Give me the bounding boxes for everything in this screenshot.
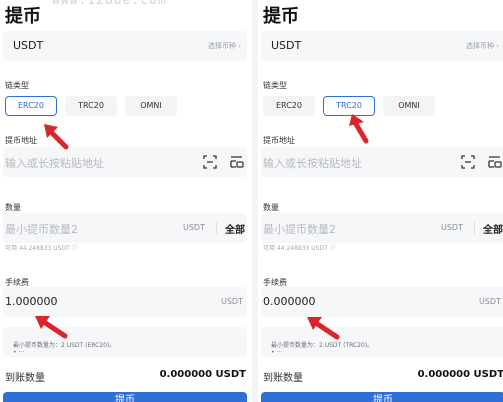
available-balance: 可用 44.248833 USDT ⓘ: [5, 245, 78, 252]
scan-icon[interactable]: [203, 155, 217, 169]
chain-option-omni[interactable]: OMNI: [383, 96, 435, 116]
red-arrow-icon: [44, 124, 69, 150]
fee-value: 0.000000: [263, 295, 316, 308]
amount-all-button[interactable]: 全部: [483, 221, 503, 236]
receive-amount-label: 到账数量: [5, 373, 45, 384]
withdraw-button[interactable]: 提币: [261, 392, 503, 402]
withdraw-note: 最小提币数量为：2 USDT (TRC20)。 • ···: [261, 327, 503, 357]
amount-input[interactable]: 最小提币数量2 USDT 全部: [3, 213, 247, 243]
amount-input[interactable]: 最小提币数量2 USDT 全部: [261, 213, 503, 243]
red-arrow-icon: [35, 316, 68, 339]
fee-value: 1.000000: [5, 295, 58, 308]
red-arrow-icon: [307, 317, 340, 340]
amount-unit: USDT: [441, 223, 463, 232]
note-line: • ···: [271, 349, 283, 356]
available-balance: 可用 44.248833 USDT ⓘ: [263, 245, 336, 252]
withdraw-panel-erc20: www.12boe.com 提币 USDT 选择币种 › 链类型 ERC20 T…: [0, 0, 252, 402]
address-book-icon[interactable]: [488, 155, 502, 169]
note-line: • ···: [13, 349, 25, 356]
fee-unit: USDT: [221, 297, 243, 306]
fee-unit: USDT: [479, 297, 501, 306]
coin-selector[interactable]: USDT 选择币种 ›: [3, 31, 247, 61]
red-arrow-icon: [349, 114, 369, 144]
chain-option-erc20[interactable]: ERC20: [5, 96, 57, 116]
note-line: 最小提币数量为：2 USDT (ERC20)。: [13, 342, 116, 349]
chain-option-erc20[interactable]: ERC20: [263, 96, 315, 116]
chain-type-label: 链类型: [5, 81, 29, 90]
receive-amount-value: 0.000000 USDT: [417, 369, 503, 380]
address-input[interactable]: 输入或长按粘贴地址: [3, 147, 247, 177]
address-book-icon[interactable]: [230, 155, 244, 169]
page-title: 提币: [5, 6, 41, 27]
address-label: 提币地址: [263, 136, 295, 145]
note-line: 最小提币数量为：2 USDT (TRC20)。: [271, 342, 374, 349]
chain-option-trc20[interactable]: TRC20: [65, 96, 117, 116]
chain-option-omni[interactable]: OMNI: [125, 96, 177, 116]
amount-separator: [474, 222, 475, 234]
chain-type-label: 链类型: [263, 81, 287, 90]
address-placeholder: 输入或长按粘贴地址: [5, 157, 104, 170]
watermark: www.12boe.com: [52, 0, 167, 8]
fee-field: 0.000000 USDT: [261, 287, 503, 317]
amount-separator: [216, 222, 217, 234]
amount-placeholder: 最小提币数量2: [263, 223, 336, 236]
coin-name: USDT: [271, 39, 302, 52]
withdraw-panel-trc20: 提币 USDT 选择币种 › 链类型 ERC20 TRC20 OMNI 提币地址…: [258, 0, 503, 402]
coin-select-hint: 选择币种 ›: [207, 42, 241, 50]
amount-all-button[interactable]: 全部: [225, 221, 245, 236]
amount-unit: USDT: [183, 223, 205, 232]
receive-amount-value: 0.000000 USDT: [159, 369, 246, 380]
coin-select-hint: 选择币种 ›: [465, 42, 499, 50]
amount-placeholder: 最小提币数量2: [5, 223, 78, 236]
coin-name: USDT: [13, 39, 44, 52]
address-placeholder: 输入或长按粘贴地址: [263, 157, 362, 170]
withdraw-button[interactable]: 提币: [3, 392, 247, 402]
page-title: 提币: [263, 6, 299, 27]
address-label: 提币地址: [5, 136, 37, 145]
amount-label: 数量: [5, 203, 21, 212]
amount-label: 数量: [263, 203, 279, 212]
scan-icon[interactable]: [461, 155, 475, 169]
coin-selector[interactable]: USDT 选择币种 ›: [261, 31, 503, 61]
address-input[interactable]: 输入或长按粘贴地址: [261, 147, 503, 177]
receive-amount-label: 到账数量: [263, 373, 303, 384]
